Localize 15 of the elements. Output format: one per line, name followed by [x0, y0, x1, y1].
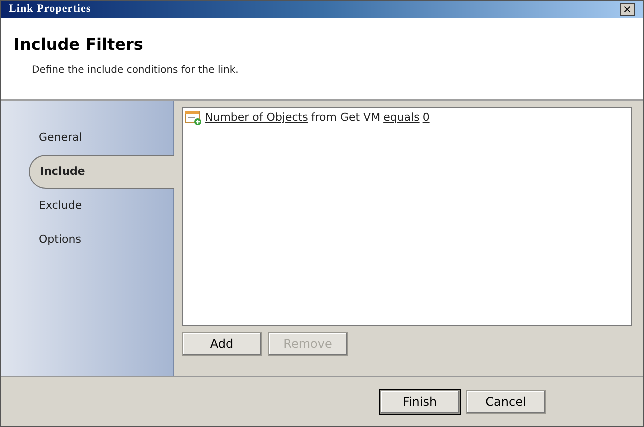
list-button[interactable]: Add: [182, 332, 262, 356]
condition-link[interactable]: equals: [384, 110, 420, 126]
condition-link[interactable]: Number of Objects: [205, 110, 308, 126]
sidebar-tab[interactable]: Exclude: [29, 189, 173, 223]
sidebar-tab[interactable]: Include: [29, 155, 174, 189]
footer-button[interactable]: Cancel: [466, 390, 546, 414]
window-title: Link Properties: [9, 2, 92, 18]
close-button[interactable]: ×: [620, 3, 635, 16]
page-title: Include Filters: [14, 34, 144, 56]
sidebar-tab[interactable]: Options: [29, 223, 173, 257]
sidebar-tab[interactable]: General: [29, 121, 173, 155]
condition-text: from Get VM: [311, 110, 381, 126]
footer-button[interactable]: Finish: [380, 390, 460, 414]
page-subtitle: Define the include conditions for the link.: [32, 64, 240, 78]
condition-link[interactable]: 0: [422, 110, 430, 126]
